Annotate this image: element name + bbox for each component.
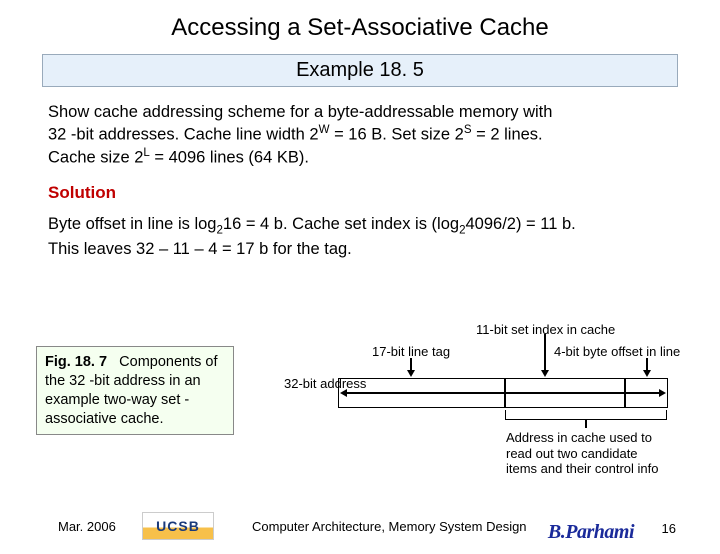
tag-label: 17-bit line tag <box>372 344 450 359</box>
offset-label: 4-bit byte offset in line <box>554 344 680 359</box>
divider-tag-set <box>504 378 506 408</box>
problem-line2c: = 2 lines. <box>472 126 543 144</box>
arrow-head-offset <box>643 370 651 377</box>
brace-readout <box>505 410 667 420</box>
slide-title: Accessing a Set-Associative Cache <box>0 14 720 42</box>
arrow-head-tag <box>407 370 415 377</box>
addr-32bit-label: 32-bit address <box>284 377 366 392</box>
solution-heading: Solution <box>48 183 672 203</box>
problem-line3b: = 4096 lines (64 KB). <box>150 149 309 167</box>
figure-caption: Fig. 18. 7 Components of the 32 -bit add… <box>36 346 234 435</box>
solution-line1b: 16 = 4 b. Cache set index is (log <box>223 215 459 233</box>
readout-text: Address in cache used to read out two ca… <box>506 430 706 477</box>
footer-date: Mar. 2006 <box>58 519 138 534</box>
address-diagram: 11-bit set index in cache 17-bit line ta… <box>276 332 696 472</box>
arrow-stem-set <box>544 334 546 372</box>
readout-l1: Address in cache used to <box>506 430 652 445</box>
brace-tip <box>585 420 587 428</box>
footer-center: Computer Architecture, Memory System Des… <box>252 519 527 534</box>
arrow-head-set <box>541 370 549 377</box>
sup-s: S <box>464 124 472 136</box>
readout-l3: items and their control info <box>506 461 658 476</box>
solution-line2: This leaves 32 – 11 – 4 = 17 b for the t… <box>48 240 352 258</box>
width-arrow-right <box>659 389 666 397</box>
author-signature: B.Parhami <box>548 521 634 544</box>
solution-line1a: Byte offset in line is log <box>48 215 216 233</box>
page-number: 16 <box>662 521 676 536</box>
figure-number: Fig. 18. 7 <box>45 354 107 370</box>
set-index-label: 11-bit set index in cache <box>476 322 615 337</box>
problem-line2b: = 16 B. Set size 2 <box>329 126 463 144</box>
example-heading: Example 18. 5 <box>42 54 678 87</box>
sup-w: W <box>319 124 330 136</box>
problem-line1: Show cache addressing scheme for a byte-… <box>48 103 552 121</box>
solution-body: Byte offset in line is log216 = 4 b. Cac… <box>48 213 672 262</box>
readout-l2: read out two candidate <box>506 446 638 461</box>
solution-line1c: 4096/2) = 11 b. <box>466 215 576 233</box>
problem-line2a: 32 -bit addresses. Cache line width 2 <box>48 126 319 144</box>
divider-set-offset <box>624 378 626 408</box>
problem-line3a: Cache size 2 <box>48 149 143 167</box>
ucsb-logo: UCSB <box>142 512 214 540</box>
problem-statement: Show cache addressing scheme for a byte-… <box>48 101 672 169</box>
